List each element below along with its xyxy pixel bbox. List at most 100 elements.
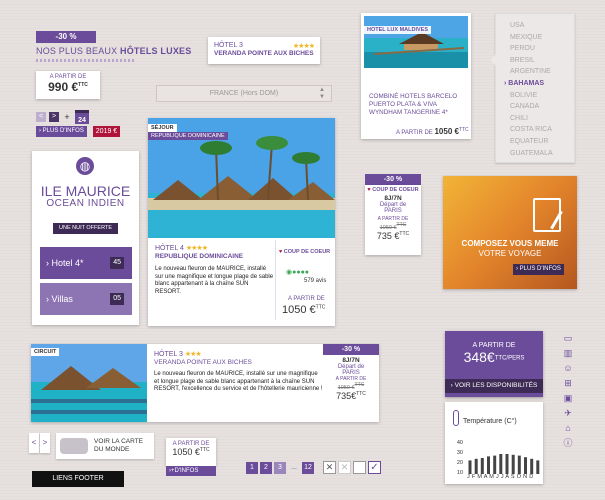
chat-icon[interactable]: ▭ xyxy=(564,333,573,344)
country-item[interactable]: EQUATEUR xyxy=(510,136,574,148)
compose-line2: VOTRE VOYAGE xyxy=(478,249,542,258)
dispo-button[interactable]: › VOIR LES DISPONIBILITÉS xyxy=(445,379,543,393)
bottom-infos-label: D'INFOS xyxy=(174,468,199,474)
hotel-card-header: HÔTEL 3 ★★★★ xyxy=(214,42,315,50)
diagram-icon[interactable]: ⊞ xyxy=(564,378,572,389)
plus-infos-button[interactable]: › PLUS D'INFOS xyxy=(36,126,87,137)
maurice-row-count: 05 xyxy=(110,293,124,305)
dispo-price-value: 348€ xyxy=(463,349,495,365)
sejour-price: 1050 €TTC xyxy=(282,304,325,316)
temperature-bar xyxy=(499,454,503,474)
tripadvisor-icon: ◉●●●● xyxy=(286,269,310,276)
offer-badge: UNE NUIT OFFERTE xyxy=(53,223,118,234)
country-item[interactable]: CHILI xyxy=(510,113,574,125)
country-item[interactable]: BRESIL xyxy=(510,55,574,67)
maurice-row-label: Villas xyxy=(51,294,73,304)
temperature-chart xyxy=(468,454,540,474)
checkbox-empty-icon[interactable] xyxy=(353,461,366,474)
country-item[interactable]: MEXIQUE xyxy=(510,32,574,44)
country-item[interactable]: CANADA xyxy=(510,101,574,113)
maldives-from: A PARTIR DE xyxy=(396,130,433,136)
coup-card[interactable]: -30 % ♥ COUP DE COEUR 8J/7N Départ de PA… xyxy=(365,174,421,255)
checkbox-checked-icon[interactable]: ✓ xyxy=(368,461,381,474)
dispo-unit: TTC/PERS xyxy=(494,355,525,362)
page-button[interactable]: 1 xyxy=(246,462,258,474)
checkbox-x-icon[interactable]: ✕ xyxy=(323,461,336,474)
prev-button[interactable]: < xyxy=(36,112,46,122)
compose-infos-label: PLUS D'INFOS xyxy=(519,266,561,272)
temperature-widget: Température (C°) 40 30 20 10 J F M A M J… xyxy=(445,402,543,484)
car-icon[interactable]: ⌂ xyxy=(565,423,570,434)
circuit-old-sup: TTC xyxy=(354,382,365,388)
country-item[interactable]: PEROU xyxy=(510,43,574,55)
section-title: NOS PLUS BEAUX HÔTELS LUXES xyxy=(36,46,191,56)
select-arrows-icon: ▲ ▼ xyxy=(319,87,325,100)
circuit-card[interactable]: CIRCUIT HÔTEL 3 ★★★ VERANDA POINTE AUX B… xyxy=(31,344,379,422)
plane-icon[interactable]: ✈ xyxy=(564,408,572,419)
price-value: 990 €TTC xyxy=(36,80,100,94)
map-prev-button[interactable]: < xyxy=(29,433,39,453)
people-icon[interactable]: ☺ xyxy=(563,363,572,374)
hotel-subtitle: VERANDA POINTE AUX BICHES xyxy=(214,50,314,57)
map-icon[interactable]: ▥ xyxy=(564,348,573,359)
sejour-photo: SÉJOUR REPUBLIQUE DOMINICAINE xyxy=(148,118,335,238)
maldives-photo: HOTEL LUX MALDIVES xyxy=(364,16,468,68)
world-map-label-1: VOIR LA CARTE xyxy=(94,438,144,445)
page-button[interactable]: 2 xyxy=(260,462,272,474)
world-map-button[interactable]: VOIR LA CARTE DU MONDE xyxy=(56,433,154,459)
price-text: 990 € xyxy=(48,80,79,94)
temperature-months: J F M A M J J A S O N D xyxy=(467,474,534,480)
map-next-button[interactable]: > xyxy=(40,433,50,453)
coup-duration: 8J/7N xyxy=(384,195,402,202)
temperature-bar xyxy=(468,460,472,474)
checkbox-x-icon[interactable]: ✕ xyxy=(338,461,351,474)
temperature-yaxis: 40 30 20 10 xyxy=(451,438,463,478)
maurice-row-count: 45 xyxy=(110,257,124,269)
arrow-icon: › xyxy=(450,382,453,389)
add-button[interactable]: + xyxy=(62,112,72,122)
bottom-price-value: 1050 €TTC xyxy=(166,447,216,457)
coup-body: ♥ COUP DE COEUR 8J/7N Départ de PARIS A … xyxy=(365,185,421,255)
checkbox-group: ✕ ✕ ✓ xyxy=(323,461,381,474)
country-item[interactable]: USA xyxy=(510,20,574,32)
maldives-image xyxy=(364,16,468,68)
info-icon[interactable]: ⓘ xyxy=(563,438,572,449)
circuit-name: VERANDA POINTE AUX BICHES xyxy=(154,359,252,366)
bottom-infos-button[interactable]: ›+D'INFOS xyxy=(166,466,216,476)
country-item[interactable]: ARGENTINE xyxy=(510,66,574,78)
bottom-price-text: 1050 € xyxy=(172,447,200,457)
temperature-title: Température (C°) xyxy=(463,418,517,425)
country-select[interactable]: FRANCE (Hors DOM) ▲ ▼ xyxy=(156,85,332,102)
maurice-row-hotel[interactable]: › Hotel 4* 45 xyxy=(40,247,132,279)
dispo-box: A PARTIR DE 348€TTC/PERS › VOIR LES DISP… xyxy=(445,331,543,397)
select-value: FRANCE (Hors DOM) xyxy=(209,90,279,97)
maurice-row-villas[interactable]: › Villas 05 xyxy=(40,283,132,315)
sejour-reviews: 579 avis xyxy=(304,278,327,284)
dispo-from: A PARTIR DE xyxy=(472,342,516,349)
country-item[interactable]: › BAHAMAS xyxy=(504,78,574,90)
maldives-card[interactable]: HOTEL LUX MALDIVES COMBINÉ HOTELS BARCEL… xyxy=(361,13,471,139)
price-tag: 2019 € xyxy=(93,126,120,137)
sejour-from: A PARTIR DE xyxy=(288,296,325,302)
compose-banner[interactable]: COMPOSEZ VOUS MEME VOTRE VOYAGE › PLUS D… xyxy=(443,176,577,289)
circuit-price: 735€TTC xyxy=(323,391,379,401)
country-item[interactable]: COSTA RICA xyxy=(510,124,574,136)
circuit-discount: -30 % xyxy=(323,344,379,355)
page-button[interactable]: 3 xyxy=(274,462,286,474)
next-button[interactable]: > xyxy=(49,112,59,122)
compose-infos-button[interactable]: › PLUS D'INFOS xyxy=(513,264,564,275)
hotel-icon[interactable]: ▣ xyxy=(564,393,573,404)
arrow-icon: › xyxy=(516,266,518,272)
sejour-card[interactable]: SÉJOUR REPUBLIQUE DOMINICAINE HÔTEL 4 ★★… xyxy=(148,118,335,326)
sejour-hotel-name: HÔTEL 4 xyxy=(155,245,184,252)
y-tick: 40 xyxy=(456,440,463,446)
country-item[interactable]: GUATEMALA xyxy=(510,148,574,160)
hotel-card-small[interactable]: HÔTEL 3 ★★★★ VERANDA POINTE AUX BICHES xyxy=(208,37,320,64)
circuit-hotel: HÔTEL 3 ★★★ xyxy=(154,350,202,358)
calendar-icon[interactable]: 24 xyxy=(75,110,89,124)
footer-links-button[interactable]: LIENS FOOTER xyxy=(32,471,124,487)
country-item[interactable]: BOLIVIE xyxy=(510,90,574,102)
price-sup: TTC xyxy=(78,82,88,88)
page-button[interactable]: 12 xyxy=(302,462,314,474)
maldives-sup: TTC xyxy=(458,127,469,133)
